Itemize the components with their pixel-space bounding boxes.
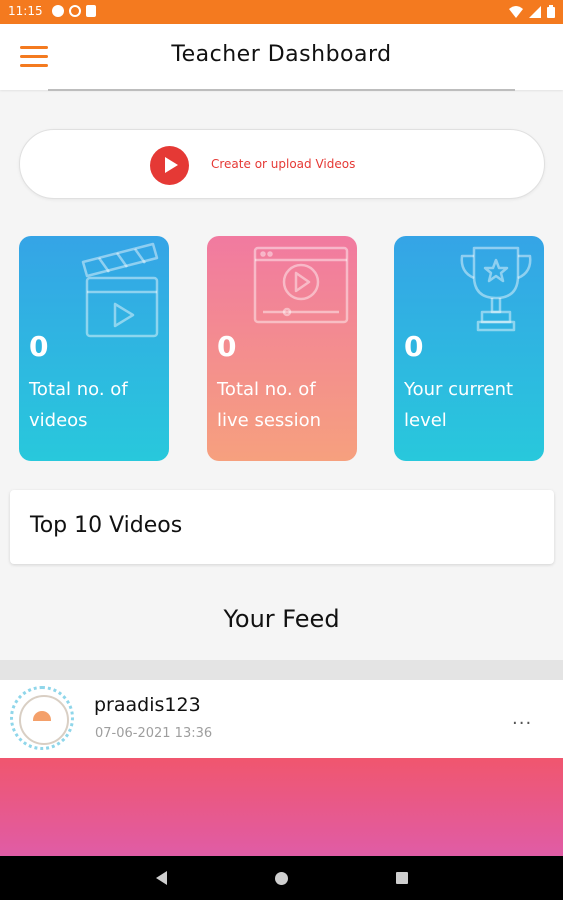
live-session-count: 0	[217, 330, 237, 363]
create-upload-videos-button[interactable]: Create or upload Videos	[19, 129, 545, 199]
wifi-icon	[509, 5, 523, 18]
post-timestamp: 07-06-2021 13:36	[95, 726, 213, 741]
level-label: Your current level	[404, 379, 514, 431]
video-player-icon	[253, 246, 349, 324]
signal-icon	[529, 5, 541, 18]
top-10-videos-card[interactable]: Top 10 Videos	[10, 490, 554, 564]
post-username[interactable]: praadis123	[94, 694, 201, 716]
app-bar: Teacher Dashboard	[0, 24, 563, 90]
live-session-label: Total no. of live session	[217, 379, 322, 431]
stat-card-live-sessions[interactable]: 0 Total no. of live session	[207, 236, 357, 461]
upload-label: Create or upload Videos	[211, 157, 356, 171]
avatar[interactable]	[10, 686, 74, 750]
feed-heading: Your Feed	[223, 605, 340, 633]
feed-post[interactable]: praadis123 07-06-2021 13:36 ...	[0, 680, 563, 758]
level-count: 0	[404, 330, 424, 363]
home-icon[interactable]	[275, 872, 288, 885]
stat-card-level[interactable]: 0 Your current level	[394, 236, 544, 461]
post-media[interactable]	[0, 758, 563, 856]
feed-separator	[0, 660, 563, 680]
header-divider	[48, 89, 515, 91]
trophy-icon	[460, 246, 532, 332]
sd-card-icon	[86, 5, 96, 17]
videos-label: Total no. of videos	[29, 379, 128, 431]
status-right-icons	[509, 5, 555, 18]
vpn-ring-icon	[69, 5, 81, 17]
top-10-videos-title: Top 10 Videos	[30, 513, 183, 538]
back-icon[interactable]	[156, 871, 167, 885]
page-title: Teacher Dashboard	[171, 42, 392, 67]
clapperboard-icon	[81, 242, 159, 338]
videos-count: 0	[29, 330, 49, 363]
more-options-icon[interactable]: ...	[512, 708, 532, 729]
status-left-icons	[52, 5, 96, 17]
status-time: 11:15	[8, 4, 43, 18]
stat-card-videos[interactable]: 0 Total no. of videos	[19, 236, 169, 461]
notification-dot-icon	[52, 5, 64, 17]
status-bar: 11:15	[0, 0, 563, 24]
battery-icon	[547, 5, 555, 18]
recent-apps-icon[interactable]	[396, 872, 408, 884]
system-nav-bar	[0, 856, 563, 900]
play-button-icon	[150, 146, 189, 185]
